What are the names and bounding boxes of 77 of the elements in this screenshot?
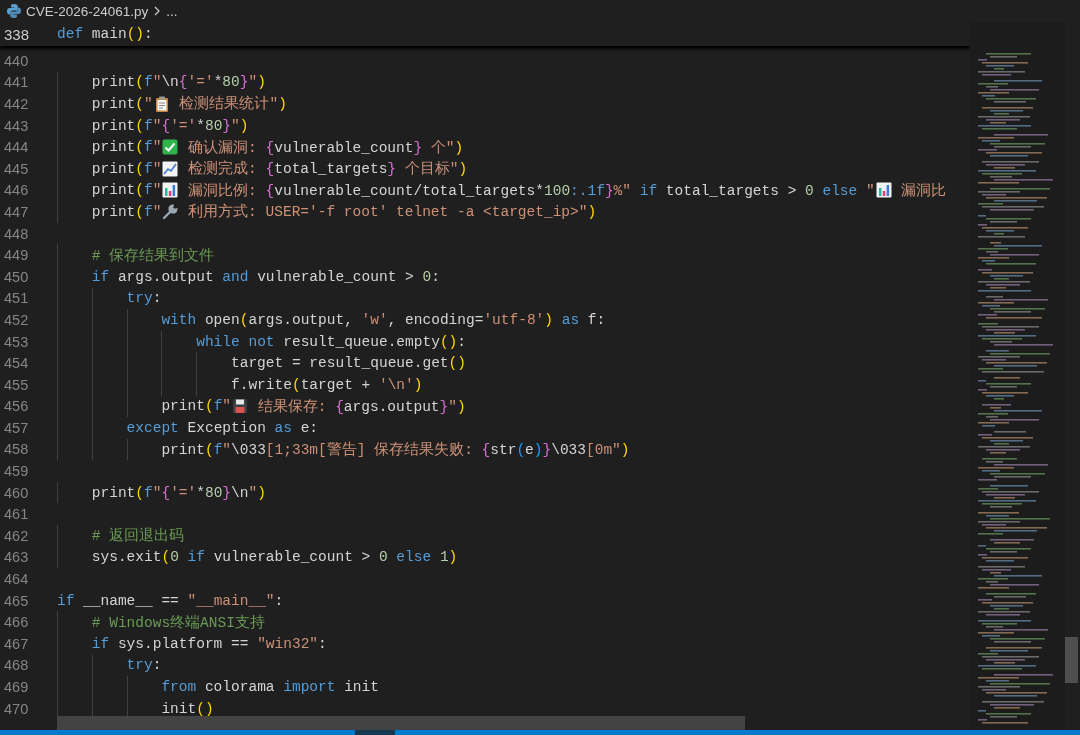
line-number: 449 [3,247,30,264]
line-number: 452 [3,311,30,328]
line-number: 454 [3,355,30,372]
code-text: 结果保存: {args.output}") [256,397,466,416]
horizontal-scrollbar[interactable] [57,716,745,730]
code-text: target = result_queue.get() [231,355,466,372]
python-file-icon [6,3,22,19]
code-text: 漏洞比例: {vulnerable_count/total_targets*100:.1f}%" if total_targets > 0 else " [187,181,875,200]
code-text: if sys.platform == "win32": [91,635,327,652]
code-text: f.write(target + '\n') [231,376,423,393]
line-number: 460 [3,484,30,501]
line-number: 440 [3,52,30,69]
breadcrumb-more[interactable]: ... [166,3,178,19]
code-text: try: [126,290,162,307]
line-chart-icon [162,160,179,177]
line-number: 461 [3,506,30,523]
code-text: print(f" [161,398,232,415]
code-text: print(f" [91,139,162,156]
line-number: 459 [3,463,30,480]
line-number: 457 [3,419,30,436]
code-text: 检测完成: {total_targets} 个目标") [187,159,468,179]
code-text: # 保存结果到文件 [91,246,215,265]
bar-chart-icon [162,182,179,199]
line-number: 464 [3,571,30,588]
code-text: sys.exit(0 if vulnerable_count > 0 else 1) [91,549,458,566]
line-number: 443 [3,117,30,134]
code-text: from colorama import init [161,679,379,695]
code-text: print(f"\n{'='*80}") [91,74,266,91]
line-number: 338 [3,25,31,43]
line-number: 442 [3,96,30,112]
line-number: 444 [3,139,30,156]
check-icon [162,139,179,156]
line-number: 467 [3,635,30,652]
breadcrumb-file[interactable]: CVE-2026-24061.py [26,3,149,19]
clipboard-icon [153,96,170,112]
code-text: 检测结果统计") [178,94,287,114]
line-number: 462 [3,527,30,544]
code-text: except Exception as e: [126,419,319,436]
line-number: 470 [3,700,30,717]
line-number: 455 [3,376,30,393]
line-number: 447 [3,203,30,220]
line-number: 445 [3,160,30,177]
code-text: print(f"{'='*80}") [91,117,249,134]
line-number: 465 [3,592,30,609]
code-text: while not result_queue.empty(): [196,333,466,350]
code-text: init() [161,700,214,717]
code-text: print(f"{'='*80}\n") [91,484,266,501]
wrench-icon [162,203,179,220]
code-text: if __name__ == "__main__": [57,592,284,609]
line-number: 463 [3,549,30,566]
line-number: 453 [3,333,30,350]
code-text: 利用方式: USER='-f root' telnet -a <target_ip>") [187,202,597,222]
code-text: if args.output and vulnerable_count > 0: [91,268,440,285]
line-number: 450 [3,268,30,285]
line-number: 458 [3,441,30,458]
code-text: print(" [91,96,153,112]
line-number: 469 [3,679,30,695]
scrollbar-thumb[interactable] [1065,637,1078,683]
code-text: # Windows终端ANSI支持 [91,613,265,632]
bar-chart-icon [875,182,892,199]
code-text: print(f"\033[1;33m[警告] 保存结果失败: {str(e)}\033[0m") [161,440,630,459]
line-number: 451 [3,290,30,307]
code-text: print(f" [91,160,162,177]
line-number: 448 [3,225,30,242]
line-number: 468 [3,657,30,674]
code-text: def main(): [57,26,153,42]
line-number: 466 [3,614,30,631]
line-number: 446 [3,182,30,199]
code-text: print(f" [91,182,162,199]
code-text: print(f" [91,203,162,220]
code-text: try: [126,657,162,674]
code-text: 确认漏洞: {vulnerable_count} 个") [187,138,464,157]
code-text: # 返回退出码 [91,526,185,546]
code-text: with open(args.output, 'w', encoding='utf-8') as f: [161,311,606,328]
code-text: 漏洞比 [900,181,947,200]
line-number: 456 [3,398,30,415]
line-number: 441 [3,74,30,91]
